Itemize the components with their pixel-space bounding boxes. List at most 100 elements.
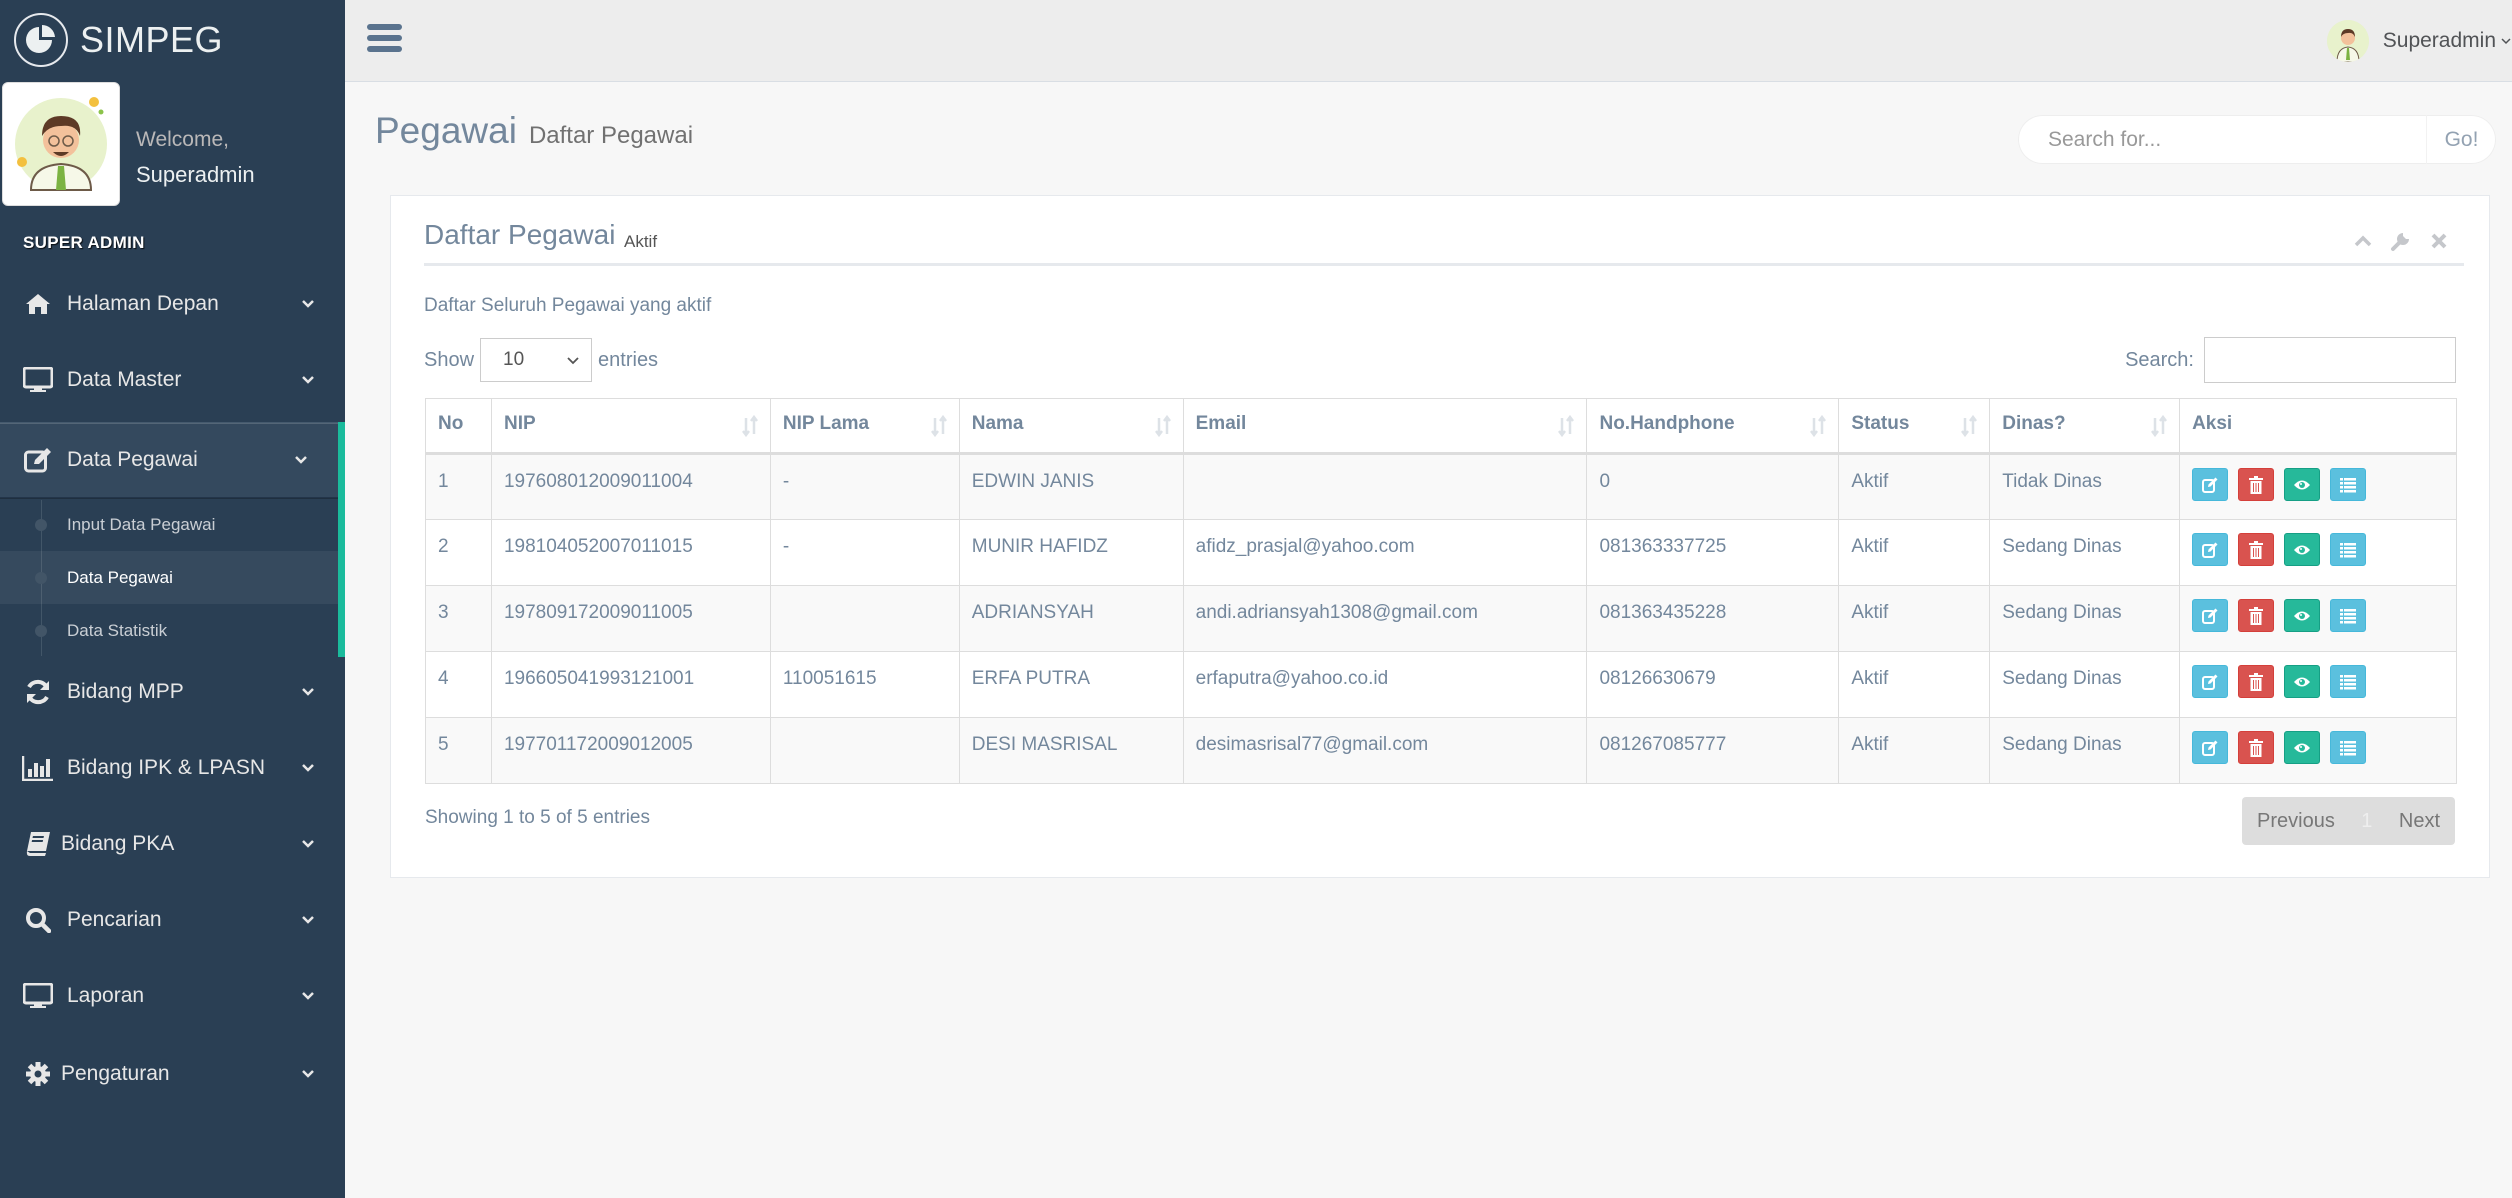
chevron-down-icon: [302, 688, 314, 696]
column-header[interactable]: No: [425, 398, 492, 455]
edit-icon: [2202, 608, 2218, 624]
delete-button[interactable]: [2238, 599, 2275, 632]
cell-email: andi.adriansyah1308@gmail.com: [1182, 585, 1588, 652]
chevron-down-icon: [567, 357, 579, 365]
cell-dinas: Sedang Dinas: [1989, 651, 2181, 718]
cell-nip-lama: -: [769, 519, 960, 586]
global-search-input[interactable]: [2018, 115, 2426, 164]
cell-nama: ADRIANSYAH: [958, 585, 1184, 652]
sidebar-item-bidang-pka[interactable]: Bidang PKA: [0, 806, 345, 882]
sidebar-item-data-pegawai[interactable]: Data Pegawai: [0, 422, 338, 498]
cell-no: 4: [425, 651, 492, 718]
chevron-down-icon: [302, 376, 314, 384]
sort-icon: [1961, 415, 1978, 437]
view-button[interactable]: [2284, 468, 2321, 501]
edit-icon: [2202, 477, 2218, 493]
cell-actions: [2179, 717, 2457, 784]
edit-icon: [2202, 740, 2218, 756]
sidebar-item-bidang-mpp[interactable]: Bidang MPP: [0, 654, 345, 730]
list-icon: [2340, 674, 2357, 690]
column-header[interactable]: Status: [1838, 398, 1991, 455]
cell-actions: [2179, 585, 2457, 652]
detail-button[interactable]: [2330, 665, 2367, 698]
wrench-icon[interactable]: [2390, 230, 2412, 252]
view-button[interactable]: [2284, 599, 2321, 632]
gear-icon: [22, 1058, 54, 1090]
edit-button[interactable]: [2192, 599, 2229, 632]
delete-button[interactable]: [2238, 533, 2275, 566]
sort-icon: [930, 415, 947, 437]
cell-status: Aktif: [1838, 717, 1991, 784]
detail-button[interactable]: [2330, 599, 2367, 632]
sidebar-subitem-input-data-pegawai[interactable]: Input Data Pegawai: [0, 498, 338, 551]
cell-nip-lama: 110051615: [769, 651, 960, 718]
column-header[interactable]: Nama: [958, 398, 1184, 455]
column-header-label: NIP: [503, 413, 536, 434]
bar-chart-icon: [22, 752, 54, 784]
column-header[interactable]: NIP: [490, 398, 771, 455]
user-name: Superadmin: [2382, 29, 2496, 52]
delete-button[interactable]: [2238, 665, 2275, 698]
edit-icon: [2202, 542, 2218, 558]
trash-icon: [2249, 540, 2264, 559]
cell-nama: ERFA PUTRA: [958, 651, 1184, 718]
sidebar-item-data-master[interactable]: Data Master: [0, 342, 345, 418]
delete-button[interactable]: [2238, 731, 2275, 764]
edit-icon: [2202, 674, 2218, 690]
welcome-label: Welcome,: [136, 128, 229, 151]
column-header[interactable]: Email: [1182, 398, 1588, 455]
sidebar-item-laporan[interactable]: Laporan: [0, 958, 345, 1034]
cell-nama: DESI MASRISAL: [958, 717, 1184, 784]
table-search-input[interactable]: [2204, 337, 2456, 383]
cell-dinas: Sedang Dinas: [1989, 519, 2181, 586]
brand[interactable]: SIMPEG: [14, 12, 223, 68]
trash-icon: [2249, 738, 2264, 757]
column-header[interactable]: NIP Lama: [769, 398, 960, 455]
detail-button[interactable]: [2330, 468, 2367, 501]
column-header[interactable]: Aksi: [2179, 398, 2457, 455]
cell-nama: EDWIN JANIS: [958, 453, 1184, 520]
sidebar-item-pengaturan[interactable]: Pengaturan: [0, 1036, 345, 1112]
edit-button[interactable]: [2192, 468, 2229, 501]
pagination-page-1[interactable]: 1: [2361, 810, 2372, 833]
avatar[interactable]: [2, 82, 120, 206]
edit-button[interactable]: [2192, 533, 2229, 566]
close-icon[interactable]: [2428, 230, 2450, 252]
sidebar-item-pencarian[interactable]: Pencarian: [0, 882, 345, 958]
detail-button[interactable]: [2330, 731, 2367, 764]
pagination-next[interactable]: Next: [2399, 810, 2440, 833]
menu-toggle-icon[interactable]: [367, 24, 402, 54]
profile: Welcome, Superadmin: [0, 82, 345, 208]
view-button[interactable]: [2284, 731, 2321, 764]
sidebar-item-label: Bidang IPK & LPASN: [67, 756, 266, 779]
delete-button[interactable]: [2238, 468, 2275, 501]
home-icon: [22, 288, 54, 320]
detail-button[interactable]: [2330, 533, 2367, 566]
sidebar-item-bidang-ipk-lpasn[interactable]: Bidang IPK & LPASN: [0, 730, 345, 806]
user-menu-dropdown[interactable]: Superadmin: [2326, 20, 2512, 62]
column-header[interactable]: Dinas?: [1989, 398, 2181, 455]
sidebar-item-halaman-depan[interactable]: Halaman Depan: [0, 266, 345, 342]
column-header[interactable]: No.Handphone: [1586, 398, 1840, 455]
list-icon: [2340, 740, 2357, 756]
edit-button[interactable]: [2192, 665, 2229, 698]
global-search-go-button[interactable]: Go!: [2426, 115, 2496, 164]
collapse-chevron-up-icon[interactable]: [2352, 230, 2374, 252]
pagination-previous[interactable]: Previous: [2257, 810, 2335, 833]
sort-icon: [1810, 415, 1827, 437]
table-info: Showing 1 to 5 of 5 entries: [425, 807, 650, 828]
cell-status: Aktif: [1838, 585, 1991, 652]
page-length-select[interactable]: 10: [480, 338, 593, 382]
column-header-label: No.Handphone: [1599, 413, 1735, 434]
sidebar: SIMPEG Welcome, Superadmin SUPER ADMIN H…: [0, 0, 345, 1198]
sidebar-subitem-data-statistik[interactable]: Data Statistik: [0, 604, 338, 657]
sort-icon: [741, 415, 758, 437]
view-button[interactable]: [2284, 533, 2321, 566]
cell-actions: [2179, 453, 2457, 520]
cell-email: erfaputra@yahoo.co.id: [1182, 651, 1588, 718]
cell-dinas: Sedang Dinas: [1989, 585, 2181, 652]
sidebar-subitem-data-pegawai[interactable]: Data Pegawai: [0, 551, 338, 604]
view-button[interactable]: [2284, 665, 2321, 698]
cell-nip-lama: [769, 717, 960, 784]
edit-button[interactable]: [2192, 731, 2229, 764]
